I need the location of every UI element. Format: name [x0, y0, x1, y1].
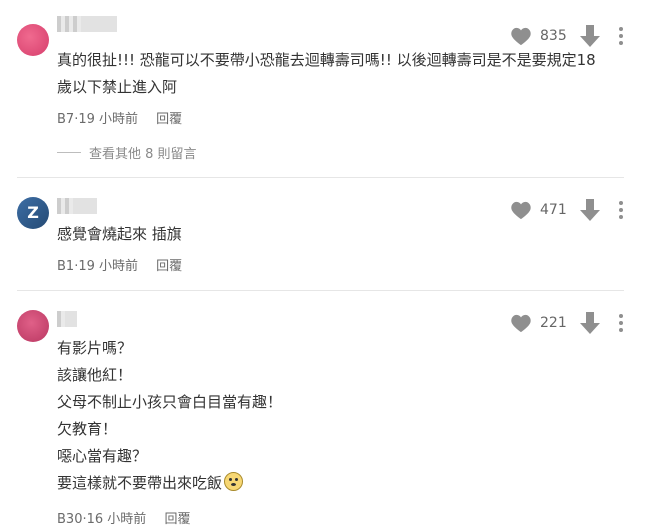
timestamp: 19 小時前 [78, 112, 139, 127]
more-vertical-icon[interactable] [618, 200, 624, 220]
comment-meta: B7 · 19 小時前 回覆 [57, 108, 182, 127]
view-more-label[interactable]: 查看其他 8 則留言 [89, 143, 197, 162]
more-vertical-icon[interactable] [618, 313, 624, 333]
like-count: 471 [540, 202, 567, 218]
comment-meta: B1 · 19 小時前 回覆 [57, 255, 182, 274]
heart-icon[interactable] [510, 200, 532, 220]
reply-button[interactable]: 回覆 [164, 508, 190, 527]
comment-actions: 221 [510, 311, 624, 335]
comment-meta: B30 · 16 小時前 回覆 [57, 508, 190, 527]
comment-text: 感覺會燒起來 插旗 [57, 225, 182, 243]
arrow-down-icon[interactable] [580, 199, 600, 221]
heart-icon[interactable] [510, 313, 532, 333]
heart-icon[interactable] [510, 26, 532, 46]
comment-actions: 471 [510, 198, 624, 222]
avatar-letter-icon: Z [27, 203, 39, 222]
reply-button[interactable]: 回覆 [156, 108, 182, 127]
avatar[interactable] [17, 24, 49, 56]
divider [17, 290, 624, 291]
avatar[interactable]: Z [17, 197, 49, 229]
comment-text-body: 有影片嗎？ 該讓他紅！ 父母不制止小孩只會白目當有趣！ 欠教育！ 噁心當有趣？ … [57, 339, 283, 492]
username-pixelated[interactable] [57, 16, 117, 32]
floor-number: B1 [57, 259, 75, 274]
view-more-replies[interactable]: 查看其他 8 則留言 [57, 143, 197, 162]
comment-text: 真的很扯!!! 恐龍可以不要帶小恐龍去迴轉壽司嗎!! 以後迴轉壽司是不是要規定1… [57, 51, 596, 96]
arrow-down-icon[interactable] [580, 25, 600, 47]
floor-number: B30 [57, 512, 83, 527]
arrow-down-icon[interactable] [580, 312, 600, 334]
reply-button[interactable]: 回覆 [156, 255, 182, 274]
timestamp: 19 小時前 [78, 259, 139, 274]
comment-actions: 835 [510, 24, 624, 48]
more-vertical-icon[interactable] [618, 26, 624, 46]
rolling-eyes-emoji-icon [224, 472, 244, 491]
username-pixelated[interactable] [57, 198, 97, 214]
floor-number: B7 [57, 112, 75, 127]
divider [17, 177, 624, 178]
username-pixelated[interactable] [57, 311, 77, 327]
comment-text: 有影片嗎？ 該讓他紅！ 父母不制止小孩只會白目當有趣！ 欠教育！ 噁心當有趣？ … [57, 335, 617, 497]
avatar[interactable] [17, 310, 49, 342]
divider-line [57, 152, 81, 153]
timestamp: 16 小時前 [86, 512, 147, 527]
like-count: 221 [540, 315, 567, 331]
like-count: 835 [540, 28, 567, 44]
